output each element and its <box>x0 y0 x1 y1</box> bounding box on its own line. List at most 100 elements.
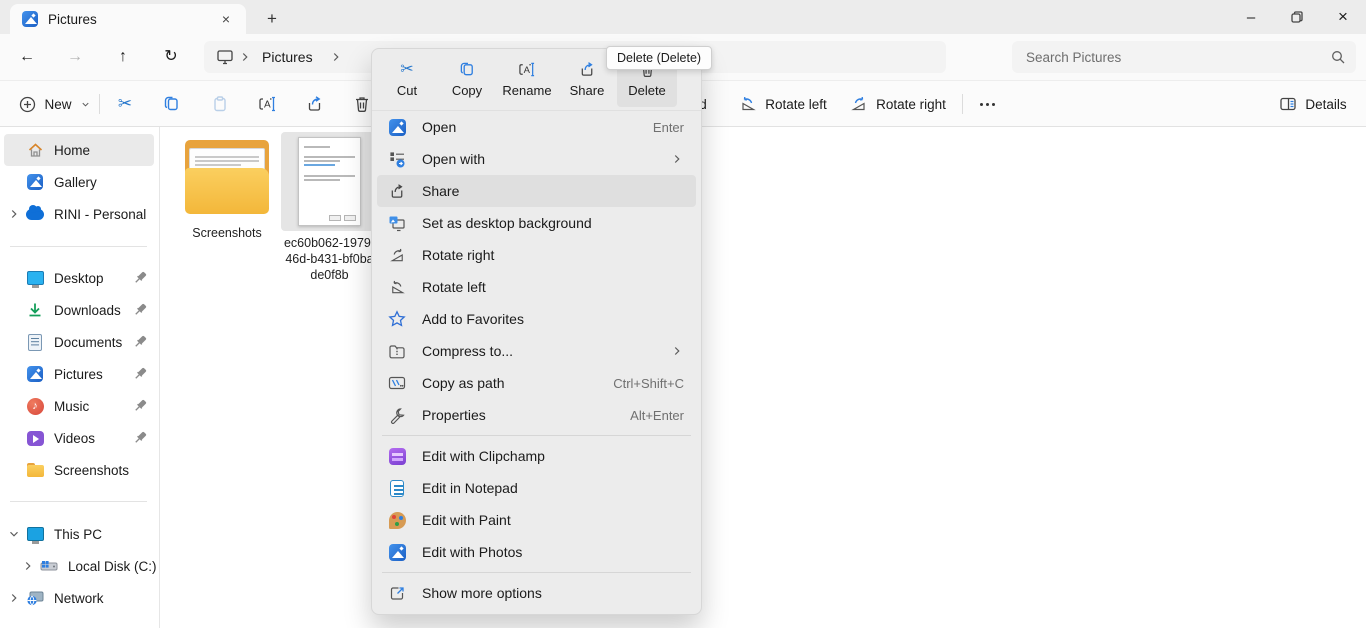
breadcrumb-chevron-icon <box>238 50 252 64</box>
file-label-line: de0f8b <box>273 267 386 283</box>
new-button-label: New <box>44 97 71 112</box>
details-label: Details <box>1305 97 1346 112</box>
sidebar: Home Gallery RINI - Personal Desktop Dow… <box>0 127 160 628</box>
context-menu-item-edit-with-clipchamp[interactable]: Edit with Clipchamp <box>377 440 696 472</box>
pin-icon <box>132 366 148 382</box>
submenu-chevron-icon <box>670 152 684 166</box>
share-icon <box>306 95 324 113</box>
paste-button[interactable] <box>203 88 237 120</box>
desktop-icon <box>26 269 44 287</box>
context-menu-item-edit-in-notepad[interactable]: Edit in Notepad <box>377 472 696 504</box>
sidebar-item-home[interactable]: Home <box>4 134 154 166</box>
context-menu-item-edit-with-photos[interactable]: Edit with Photos <box>377 536 696 568</box>
context-menu-item-rotate-left[interactable]: Rotate left <box>377 271 696 303</box>
downloads-icon <box>26 301 44 319</box>
copy-icon <box>163 95 181 113</box>
up-button[interactable]: ↑ <box>107 41 139 73</box>
sidebar-item-local-disk-c[interactable]: Local Disk (C:) <box>4 550 154 582</box>
chevron-right-icon <box>7 207 21 221</box>
copy-button[interactable] <box>155 88 189 120</box>
details-button[interactable]: Details <box>1272 88 1354 120</box>
pin-icon <box>132 302 148 318</box>
new-tab-button[interactable]: + <box>260 7 284 31</box>
forward-button[interactable]: → <box>59 41 91 73</box>
rotate-left-icon <box>388 278 406 296</box>
forward-icon: → <box>67 49 83 65</box>
sidebar-item-this-pc[interactable]: This PC <box>4 518 154 550</box>
context-menu-item-share[interactable]: Share <box>377 175 696 207</box>
folder-label: Screenshots <box>179 225 275 241</box>
pin-icon <box>132 398 148 414</box>
menu-rename-button[interactable]: A Rename <box>497 53 557 107</box>
context-menu-item-edit-with-paint[interactable]: Edit with Paint <box>377 504 696 536</box>
rotate-right-button[interactable]: Rotate right <box>843 88 953 120</box>
search-input[interactable] <box>1026 50 1330 65</box>
submenu-chevron-icon <box>670 344 684 358</box>
breadcrumb-pictures[interactable]: Pictures <box>256 49 319 65</box>
sidebar-item-desktop[interactable]: Desktop <box>4 262 154 294</box>
refresh-button[interactable]: ↻ <box>155 41 187 73</box>
more-options-button[interactable] <box>972 88 1002 120</box>
chevron-down-icon <box>7 527 21 541</box>
new-button[interactable]: New <box>14 88 96 120</box>
context-menu-item-add-to-favorites[interactable]: Add to Favorites <box>377 303 696 335</box>
context-menu-item-rotate-right[interactable]: Rotate right <box>377 239 696 271</box>
share-button[interactable] <box>298 88 332 120</box>
context-menu-item-copy-as-path[interactable]: Copy as path Ctrl+Shift+C <box>377 367 696 399</box>
menu-cut-button[interactable]: ✂ Cut <box>377 53 437 107</box>
breadcrumb-chevron-icon[interactable] <box>329 50 343 64</box>
folder-tile-screenshots[interactable]: Screenshots <box>179 140 275 241</box>
sidebar-item-videos[interactable]: Videos <box>4 422 154 454</box>
file-list: Screenshots ec60b062-1979- 46d-b431-bf0b… <box>161 127 1366 628</box>
file-tile-image[interactable]: ec60b062-1979- 46d-b431-bf0ba de0f8b <box>281 132 378 282</box>
context-menu: ✂ Cut Copy A Rename Share Delete Open <box>371 48 702 615</box>
menu-copy-button[interactable]: Copy <box>437 53 497 107</box>
paint-icon <box>388 511 406 529</box>
delete-icon <box>353 95 371 113</box>
plus-circle-icon <box>19 96 36 113</box>
explorer-tab[interactable]: Pictures × <box>10 4 246 34</box>
sidebar-item-downloads[interactable]: Downloads <box>4 294 154 326</box>
context-menu-item-open-with[interactable]: Open with <box>377 143 696 175</box>
sidebar-divider <box>10 501 147 502</box>
rotate-left-icon <box>739 95 757 113</box>
sidebar-item-pictures[interactable]: Pictures <box>4 358 154 390</box>
gallery-icon <box>26 173 44 191</box>
chevron-down-icon <box>80 99 91 110</box>
restore-button[interactable] <box>1274 0 1320 34</box>
desktop-background-icon <box>388 214 406 232</box>
search-icon[interactable] <box>1330 49 1346 65</box>
rename-button[interactable]: A <box>250 88 284 120</box>
context-menu-item-show-more-options[interactable]: Show more options <box>377 577 696 609</box>
rotate-right-label: Rotate right <box>876 97 946 112</box>
paste-icon <box>211 95 229 113</box>
rotate-left-button[interactable]: Rotate left <box>733 88 833 120</box>
close-button[interactable]: × <box>1320 0 1366 34</box>
sidebar-item-onedrive[interactable]: RINI - Personal <box>4 198 154 230</box>
context-menu-item-set-as-desktop-background[interactable]: Set as desktop background <box>377 207 696 239</box>
sidebar-item-gallery[interactable]: Gallery <box>4 166 154 198</box>
rename-icon: A <box>258 95 277 113</box>
context-menu-item-compress-to[interactable]: Compress to... <box>377 335 696 367</box>
minimize-button[interactable]: – <box>1228 0 1274 34</box>
rename-icon: A <box>518 61 536 78</box>
back-button[interactable]: ← <box>11 41 43 73</box>
details-pane-icon <box>1279 96 1297 112</box>
sidebar-item-network[interactable]: Network <box>4 582 154 614</box>
drive-icon <box>40 557 58 575</box>
sidebar-item-documents[interactable]: Documents <box>4 326 154 358</box>
menu-separator <box>382 435 691 436</box>
menu-separator <box>382 572 691 573</box>
up-icon: ↑ <box>119 49 127 65</box>
titlebar: Pictures × + – × <box>0 0 1366 34</box>
onedrive-icon <box>26 205 44 223</box>
photos-app-icon <box>388 543 406 561</box>
context-menu-item-open[interactable]: Open Enter <box>377 111 696 143</box>
file-label-line: 46d-b431-bf0ba <box>273 251 386 267</box>
sidebar-item-screenshots[interactable]: Screenshots <box>4 454 154 486</box>
cut-icon: ✂ <box>400 62 413 78</box>
context-menu-item-properties[interactable]: Properties Alt+Enter <box>377 399 696 431</box>
tab-close-icon[interactable]: × <box>216 9 236 29</box>
cut-button[interactable]: ✂ <box>108 88 142 120</box>
sidebar-item-music[interactable]: ♪ Music <box>4 390 154 422</box>
